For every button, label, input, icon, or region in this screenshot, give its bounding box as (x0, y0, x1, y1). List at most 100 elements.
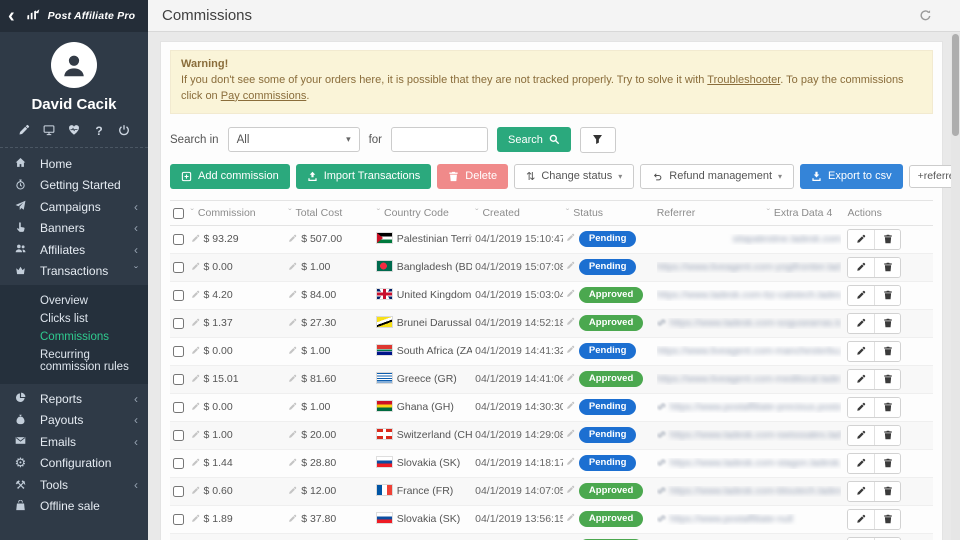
delete-row-button[interactable] (874, 426, 900, 445)
import-transactions-button[interactable]: Import Transactions (296, 164, 432, 189)
row-checkbox[interactable] (173, 458, 184, 469)
change-status-button[interactable]: ⇅Change status▾ (514, 164, 634, 189)
select-all-checkbox[interactable] (173, 208, 184, 219)
sidebar-item-affiliates[interactable]: Affiliates‹ (0, 239, 148, 261)
edit-row-button[interactable] (848, 286, 874, 305)
row-checkbox[interactable] (173, 234, 184, 245)
sidebar-item-banners[interactable]: Banners‹ (0, 218, 148, 240)
edit-inline-icon[interactable] (191, 318, 200, 328)
row-checkbox[interactable] (173, 262, 184, 273)
edit-inline-icon[interactable] (191, 430, 200, 440)
edit-inline-icon[interactable] (566, 233, 575, 243)
row-checkbox[interactable] (173, 402, 184, 413)
edit-inline-icon[interactable] (288, 514, 297, 524)
submenu-item-overview[interactable]: Overview (0, 292, 148, 310)
delete-row-button[interactable] (874, 342, 900, 361)
row-checkbox[interactable] (173, 374, 184, 385)
edit-inline-icon[interactable] (566, 485, 575, 495)
avatar[interactable] (51, 42, 97, 88)
delete-row-button[interactable] (874, 510, 900, 529)
edit-inline-icon[interactable] (191, 486, 200, 496)
edit-inline-icon[interactable] (288, 318, 297, 328)
edit-inline-icon[interactable] (566, 513, 575, 523)
edit-inline-icon[interactable] (288, 374, 297, 384)
row-checkbox[interactable] (173, 430, 184, 441)
back-icon[interactable]: ‹ (8, 6, 15, 26)
edit-inline-icon[interactable] (191, 402, 200, 412)
row-checkbox[interactable] (173, 486, 184, 497)
column-header-commission[interactable]: ˇCommission (188, 200, 286, 225)
edit-row-button[interactable] (848, 426, 874, 445)
edit-inline-icon[interactable] (566, 429, 575, 439)
pay-commissions-link[interactable]: Pay commissions (221, 90, 307, 102)
delete-button[interactable]: Delete (437, 164, 508, 189)
edit-inline-icon[interactable] (191, 514, 200, 524)
sidebar-item-home[interactable]: Home (0, 153, 148, 175)
edit-row-button[interactable] (848, 370, 874, 389)
sidebar-item-tools[interactable]: ⚒Tools‹ (0, 474, 148, 496)
delete-row-button[interactable] (874, 482, 900, 501)
export-csv-button[interactable]: Export to csv (800, 164, 903, 189)
edit-inline-icon[interactable] (288, 290, 297, 300)
row-checkbox[interactable] (173, 318, 184, 329)
edit-row-button[interactable] (848, 454, 874, 473)
scrollbar[interactable] (951, 33, 960, 540)
help-icon[interactable]: ? (91, 124, 107, 138)
edit-inline-icon[interactable] (288, 346, 297, 356)
row-checkbox[interactable] (173, 514, 184, 525)
sidebar-item-getting-started[interactable]: Getting Started (0, 175, 148, 197)
delete-row-button[interactable] (874, 258, 900, 277)
edit-inline-icon[interactable] (288, 458, 297, 468)
edit-row-button[interactable] (848, 398, 874, 417)
edit-row-button[interactable] (848, 482, 874, 501)
sidebar-item-emails[interactable]: Emails‹ (0, 431, 148, 453)
edit-inline-icon[interactable] (566, 261, 575, 271)
search-field-select[interactable]: All▾ (228, 127, 360, 152)
edit-inline-icon[interactable] (288, 402, 297, 412)
edit-inline-icon[interactable] (566, 373, 575, 383)
edit-inline-icon[interactable] (191, 290, 200, 300)
sidebar-item-reports[interactable]: Reports‹ (0, 388, 148, 410)
edit-inline-icon[interactable] (288, 234, 297, 244)
edit-inline-icon[interactable] (191, 458, 200, 468)
troubleshooter-link[interactable]: Troubleshooter (707, 74, 780, 86)
scrollbar-thumb[interactable] (952, 34, 959, 136)
health-status-icon[interactable] (66, 124, 82, 138)
edit-row-button[interactable] (848, 258, 874, 277)
sidebar-item-campaigns[interactable]: Campaigns‹ (0, 196, 148, 218)
edit-inline-icon[interactable] (566, 457, 575, 467)
edit-inline-icon[interactable] (191, 374, 200, 384)
edit-row-button[interactable] (848, 510, 874, 529)
row-checkbox[interactable] (173, 346, 184, 357)
edit-inline-icon[interactable] (191, 346, 200, 356)
search-input[interactable] (391, 127, 488, 152)
delete-row-button[interactable] (874, 230, 900, 249)
edit-inline-icon[interactable] (191, 262, 200, 272)
column-header-select[interactable] (170, 200, 188, 225)
delete-row-button[interactable] (874, 370, 900, 389)
submenu-item-commissions[interactable]: Commissions (0, 328, 148, 346)
edit-profile-icon[interactable] (16, 124, 32, 138)
column-header-created[interactable]: ˇCreated (472, 200, 563, 225)
edit-inline-icon[interactable] (288, 262, 297, 272)
refresh-icon[interactable] (919, 8, 932, 23)
edit-inline-icon[interactable] (566, 289, 575, 299)
column-header-extra-data-4[interactable]: ˇExtra Data 4 (764, 200, 845, 225)
edit-inline-icon[interactable] (191, 234, 200, 244)
delete-row-button[interactable] (874, 286, 900, 305)
search-button[interactable]: Search (497, 127, 571, 152)
edit-inline-icon[interactable] (566, 317, 575, 327)
sidebar-item-configuration[interactable]: ⚙Configuration (0, 453, 148, 475)
edit-row-button[interactable] (848, 342, 874, 361)
devices-icon[interactable] (41, 124, 57, 138)
delete-row-button[interactable] (874, 314, 900, 333)
edit-row-button[interactable] (848, 230, 874, 249)
sidebar-item-payouts[interactable]: Payouts‹ (0, 410, 148, 432)
edit-inline-icon[interactable] (566, 345, 575, 355)
edit-inline-icon[interactable] (288, 430, 297, 440)
submenu-item-clicks-list[interactable]: Clicks list (0, 310, 148, 328)
refund-management-button[interactable]: Refund management▾ (640, 164, 794, 189)
logout-icon[interactable] (116, 124, 132, 138)
add-commission-button[interactable]: Add commission (170, 164, 290, 189)
row-checkbox[interactable] (173, 290, 184, 301)
